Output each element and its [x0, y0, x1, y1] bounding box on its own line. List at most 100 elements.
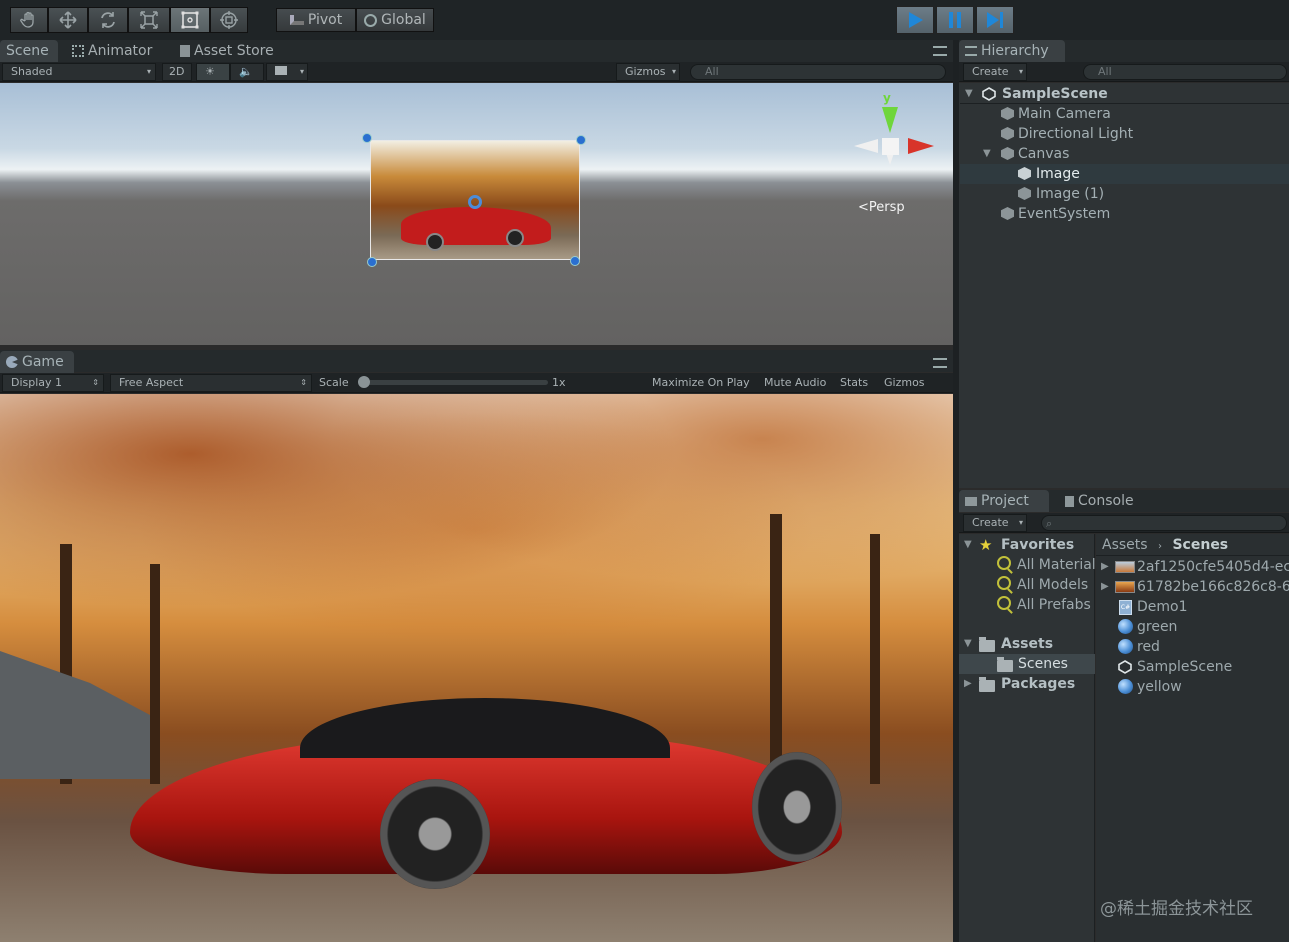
global-toggle[interactable]: Global [356, 8, 434, 32]
panel-menu-icon[interactable] [933, 358, 947, 368]
display-dropdown[interactable]: Display 1 ⇕ [2, 374, 104, 392]
scene-gizmos-label: Gizmos [625, 65, 666, 78]
lighting-toggle[interactable]: ☀ [196, 63, 230, 81]
asset-samplescene[interactable]: SampleScene [1099, 657, 1289, 677]
maximize-on-play-toggle[interactable]: Maximize On Play [652, 373, 750, 393]
breadcrumb-assets[interactable]: Assets [1102, 537, 1148, 553]
asset-red[interactable]: red [1099, 637, 1289, 657]
console-icon [1065, 495, 1074, 507]
global-label: Global [381, 12, 426, 28]
scale-tool-button[interactable] [128, 7, 170, 33]
stats-toggle[interactable]: Stats [840, 373, 868, 393]
breadcrumb-scenes[interactable]: Scenes [1172, 537, 1228, 553]
hierarchy-create-label: Create [972, 65, 1009, 78]
hierarchy-item-image[interactable]: Image [960, 164, 1289, 184]
tab-game[interactable]: Game [0, 351, 74, 373]
gameobject-icon [1018, 167, 1031, 180]
pause-button[interactable] [936, 6, 974, 34]
autumn-foliage [0, 394, 953, 694]
orientation-gizmo[interactable]: y [846, 91, 936, 191]
step-button[interactable] [976, 6, 1014, 34]
search-icon: ⌕ [1046, 517, 1053, 530]
effects-dropdown[interactable]: ▾ [266, 63, 308, 81]
hierarchy-item-directional-light[interactable]: Directional Light [960, 124, 1289, 144]
hierarchy-item-main-camera[interactable]: Main Camera [960, 104, 1289, 124]
shading-mode-dropdown[interactable]: Shaded ▾ [2, 63, 156, 81]
scene-gizmos-dropdown[interactable]: Gizmos ▾ [616, 63, 680, 81]
hand-tool-button[interactable] [10, 7, 48, 33]
asset-texture-1[interactable]: ▶ 2af1250cfe5405d4-ec [1099, 557, 1289, 577]
project-search-input[interactable]: ⌕ [1041, 515, 1287, 531]
pivot-label: Pivot [307, 12, 343, 28]
mute-audio-toggle[interactable]: Mute Audio [764, 373, 826, 393]
favorite-label: All Materials [1017, 557, 1095, 573]
game-view[interactable] [0, 394, 953, 942]
hierarchy-item-label: SampleScene [1002, 86, 1108, 102]
favorite-all-prefabs[interactable]: All Prefabs [959, 595, 1095, 615]
project-create-dropdown[interactable]: Create ▾ [963, 514, 1027, 532]
tab-project[interactable]: Project [959, 490, 1049, 512]
asset-green[interactable]: green [1099, 617, 1289, 637]
tab-hierarchy[interactable]: Hierarchy [959, 40, 1065, 62]
audio-toggle[interactable]: 🔈 [230, 63, 264, 81]
packages-folder[interactable]: ▶ Packages [959, 674, 1095, 694]
asset-texture-2[interactable]: ▶ 61782be166c826c8-6 [1099, 577, 1289, 597]
game-gizmos-toggle[interactable]: Gizmos [884, 373, 925, 393]
asset-name: SampleScene [1137, 659, 1233, 675]
move-tool-button[interactable] [48, 7, 88, 33]
rect-handle-top-left[interactable] [362, 133, 372, 143]
rect-handle-bottom-left[interactable] [367, 257, 377, 267]
favorite-all-materials[interactable]: All Materials [959, 555, 1095, 575]
panel-menu-icon[interactable] [933, 46, 947, 56]
pivot-handle[interactable] [468, 195, 482, 209]
folder-icon [979, 677, 995, 692]
rect-handle-bottom-right[interactable] [570, 256, 580, 266]
hierarchy-item-label: Image [1036, 166, 1080, 182]
hierarchy-search-input[interactable]: All [1083, 64, 1287, 80]
expand-arrow-icon: ▼ [964, 539, 972, 550]
hierarchy-item-samplescene[interactable]: ▼ SampleScene [960, 84, 1289, 104]
scale-value: 1x [552, 376, 566, 389]
material-icon [1118, 639, 1133, 654]
collapse-arrow-icon: ▶ [964, 678, 972, 689]
scene-viewport[interactable]: y <Persp [0, 83, 953, 345]
transform-tool-button[interactable] [210, 7, 248, 33]
rect-handle-top-right[interactable] [576, 135, 586, 145]
tab-scene[interactable]: Scene [0, 40, 58, 62]
store-icon [180, 45, 190, 57]
project-tab-strip: Project Console [959, 490, 1289, 512]
aspect-dropdown[interactable]: Free Aspect ⇕ [110, 374, 312, 392]
assets-folder[interactable]: ▼ Assets [959, 634, 1095, 654]
tab-animator[interactable]: Animator [66, 40, 158, 62]
list-icon [965, 46, 977, 56]
rect-tool-button[interactable] [170, 7, 210, 33]
scale-slider-thumb[interactable] [358, 376, 370, 388]
play-button[interactable] [896, 6, 934, 34]
image-icon [275, 66, 287, 75]
asset-demo1[interactable]: C# Demo1 [1099, 597, 1289, 617]
gameobject-icon [1001, 107, 1014, 120]
hierarchy-create-dropdown[interactable]: Create ▾ [963, 63, 1027, 81]
rotate-tool-button[interactable] [88, 7, 128, 33]
collapse-arrow-icon: ▶ [1101, 561, 1109, 572]
asset-yellow[interactable]: yellow [1099, 677, 1289, 697]
persp-label[interactable]: <Persp [858, 200, 905, 215]
toggle-2d-button[interactable]: 2D [162, 63, 192, 81]
hierarchy-item-canvas[interactable]: ▼ Canvas [960, 144, 1289, 164]
speaker-icon: 🔈 [239, 65, 253, 78]
hierarchy-item-image-1[interactable]: Image (1) [960, 184, 1289, 204]
hierarchy-item-label: Image (1) [1036, 186, 1105, 202]
favorite-all-models[interactable]: All Models [959, 575, 1095, 595]
tab-console[interactable]: Console [1059, 490, 1140, 512]
pacman-icon [6, 356, 18, 368]
hierarchy-search-placeholder: All [1098, 65, 1112, 78]
hierarchy-item-eventsystem[interactable]: EventSystem [960, 204, 1289, 224]
scenes-folder[interactable]: Scenes [959, 654, 1095, 674]
tab-asset-store[interactable]: Asset Store [174, 40, 280, 62]
tab-asset-store-label: Asset Store [194, 43, 274, 59]
scene-search-input[interactable]: All [690, 64, 946, 80]
pivot-toggle[interactable]: Pivot [276, 8, 356, 32]
scale-slider[interactable] [358, 376, 548, 388]
favorites-folder[interactable]: ▼ ★ Favorites [959, 535, 1095, 555]
play-icon [909, 12, 923, 28]
